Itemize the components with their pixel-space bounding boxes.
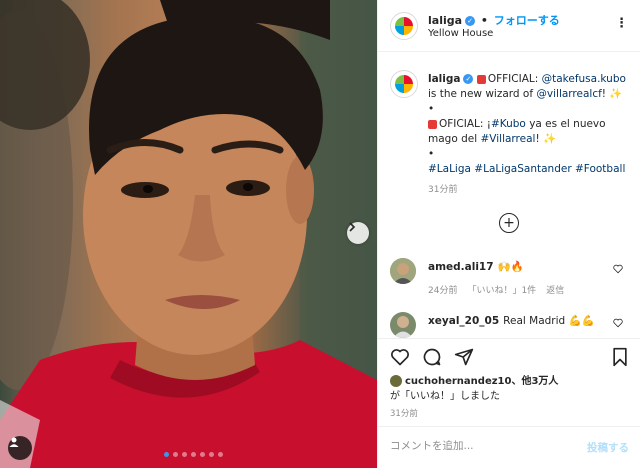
carousel-dot [209,452,214,457]
laliga-avatar[interactable] [390,12,418,40]
header-username[interactable]: laliga [428,14,462,27]
caption-username[interactable]: laliga [428,73,460,85]
post-actions [378,338,640,374]
follow-button[interactable]: フォローする [494,14,560,27]
share-icon[interactable] [454,347,474,367]
hashtag-laligasantander[interactable]: #LaLigaSantander [474,163,571,175]
post-comment-button[interactable]: 投稿する [587,440,629,455]
sparkle-icon: ✨ [543,133,557,145]
likes-suffix: が「いいね！」しました [390,391,500,402]
caption-text: laliga ✓ OFFICIAL: @takefusa.kubo is the … [428,72,628,177]
laliga-logo-icon [395,17,413,35]
siren-emoji-icon [428,119,437,129]
caption-line2: is the new wizard of [428,88,537,100]
post-header: laliga ✓ • フォローする Yellow House ⋮ [378,0,640,52]
comment-meta: 24分前 「いいね！」1件 返信 [428,283,574,296]
comment-input[interactable] [390,440,570,452]
post-sidebar: laliga ✓ • フォローする Yellow House ⋮ laliga ✓ … [377,0,640,468]
header-title-row: laliga ✓ • フォローする [428,12,560,28]
comment-item: xeyal_20_05 Real Madrid 💪💪 [378,310,640,338]
caption-line3-end: ya es el nuevo [525,118,606,130]
reply-button[interactable]: 返信 [546,286,564,296]
avatar-image [390,258,416,284]
comment-username[interactable]: xeyal_20_05 [428,315,499,327]
hashtag-villarreal[interactable]: #Villarreal [480,133,535,145]
bookmark-icon[interactable] [611,347,629,367]
commenter-avatar[interactable] [390,258,416,284]
mention-villarreal[interactable]: @villarrealcf [536,88,601,100]
chevron-right-icon [349,222,356,232]
carousel-next-button[interactable] [347,222,369,244]
comment-time: 24分前 [428,286,458,296]
like-comment-heart-icon[interactable] [613,264,623,274]
caption-avatar[interactable] [390,70,418,98]
likes-rest[interactable]: 、他3万人 [511,376,558,387]
hashtag-kubo[interactable]: #Kubo [491,118,526,130]
caption-bullet: • [428,148,435,160]
siren-emoji-icon [476,74,486,84]
carousel-indicator [164,452,223,457]
mention-kubo[interactable]: @takefusa.kubo [542,73,626,85]
caption-block: laliga ✓ OFFICIAL: @takefusa.kubo is the … [378,60,640,200]
carousel-dot [173,452,178,457]
hashtag-football[interactable]: #Football [575,163,625,175]
likes-summary: cuchohernandez10、他3万人 [390,372,558,387]
caption-line3: OFICIAL: ¡ [439,118,491,130]
location-link[interactable]: Yellow House [428,28,493,39]
comment-text: xeyal_20_05 Real Madrid 💪💪 [428,314,595,327]
like-comment-heart-icon[interactable] [613,318,623,328]
verified-badge-icon: ✓ [463,74,474,84]
carousel-dot [191,452,196,457]
carousel-dot [164,452,169,457]
hashtag-laliga[interactable]: #LaLiga [428,163,471,175]
caption-line4-end: ! [535,133,540,145]
laliga-logo-icon [395,75,413,93]
tagged-users-button[interactable] [8,436,32,460]
post-image[interactable] [0,0,377,468]
commenter-avatar[interactable] [390,312,416,338]
post-timestamp[interactable]: 31分前 [390,407,418,419]
carousel-dot [218,452,223,457]
sparkle-icon: ✨ [609,88,623,100]
comment-text: amed.ali17 🙌🔥 [428,260,524,273]
avatar-image [390,312,416,338]
caption-line1: OFFICIAL: [487,73,542,85]
comment-likes[interactable]: 「いいね！」1件 [467,286,536,296]
load-more-comments-icon[interactable]: + [499,213,519,233]
portrait-illustration [0,0,377,468]
comment-body: 🙌🔥 [497,261,524,273]
header-separator: • [480,14,488,27]
liker-avatar[interactable] [390,375,402,387]
liker-username[interactable]: cuchohernandez10 [405,376,511,387]
carousel-dot [200,452,205,457]
caption-line4: mago del [428,133,481,145]
comment-username[interactable]: amed.ali17 [428,261,494,273]
comment-body: Real Madrid 💪💪 [503,315,595,327]
verified-badge-icon: ✓ [465,16,476,26]
caption-timestamp: 31分前 [428,185,458,195]
caption-bullet: • [428,103,435,115]
add-comment-bar: 投稿する [378,426,640,468]
comment-icon[interactable] [422,347,442,367]
more-options-icon[interactable]: ⋮ [615,16,629,31]
comment-item: amed.ali17 🙌🔥 24分前 「いいね！」1件 返信 [378,256,640,300]
heart-icon[interactable] [390,347,410,367]
carousel-dot [182,452,187,457]
user-icon [9,437,19,447]
caption-line2-end: ! [601,88,607,100]
